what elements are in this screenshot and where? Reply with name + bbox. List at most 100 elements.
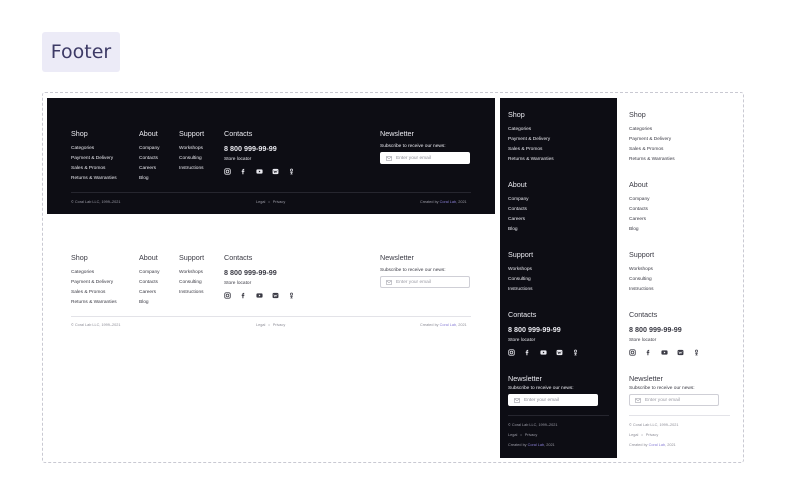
link-company[interactable]: Company <box>139 268 160 278</box>
link-returns-warranties[interactable]: Returns & Warranties <box>508 155 554 165</box>
youtube-icon[interactable] <box>661 349 668 356</box>
link-careers[interactable]: Careers <box>139 288 160 298</box>
link-company[interactable]: Company <box>629 195 650 205</box>
newsletter-title: Newsletter <box>629 374 663 383</box>
facebook-icon[interactable] <box>645 349 652 356</box>
link-blog[interactable]: Blog <box>629 225 650 235</box>
shop-title: Shop <box>508 110 525 119</box>
link-consulting[interactable]: Consulting <box>508 275 533 285</box>
phone-link[interactable]: 8 800 999-99-99 <box>508 325 579 334</box>
link-workshops[interactable]: Workshops <box>179 268 204 278</box>
link-instructions[interactable]: Instructions <box>508 285 533 295</box>
contacts-title: Contacts <box>224 253 253 262</box>
support-column: Support Workshops Consulting Instruction… <box>629 250 654 295</box>
link-company[interactable]: Company <box>508 195 529 205</box>
link-workshops[interactable]: Workshops <box>508 265 533 275</box>
privacy-link[interactable]: Privacy <box>646 433 658 437</box>
legal-links: Legal • Privacy <box>508 433 537 437</box>
link-careers[interactable]: Careers <box>629 215 650 225</box>
email-field[interactable]: Enter your email <box>380 152 470 164</box>
link-workshops[interactable]: Workshops <box>629 265 654 275</box>
creator-link[interactable]: Coral Lab <box>440 323 456 327</box>
link-workshops[interactable]: Workshops <box>179 144 204 154</box>
legal-link[interactable]: Legal <box>508 433 517 437</box>
link-consulting[interactable]: Consulting <box>179 278 204 288</box>
newsletter-column: Newsletter Subscribe to receive our news… <box>629 374 719 406</box>
link-returns-warranties[interactable]: Returns & Warranties <box>629 155 675 165</box>
email-field[interactable]: Enter your email <box>508 394 598 406</box>
link-company[interactable]: Company <box>139 144 160 154</box>
creator-link[interactable]: Coral Lab <box>440 200 456 204</box>
link-payment-delivery[interactable]: Payment & Delivery <box>71 154 117 164</box>
legal-link[interactable]: Legal <box>629 433 638 437</box>
instagram-icon[interactable] <box>508 349 515 356</box>
separator: • <box>268 323 270 327</box>
privacy-link[interactable]: Privacy <box>273 200 285 204</box>
instagram-icon[interactable] <box>224 168 231 175</box>
link-careers[interactable]: Careers <box>508 215 529 225</box>
credits-year: , 2021 <box>456 323 467 327</box>
link-categories[interactable]: Categories <box>71 268 117 278</box>
link-consulting[interactable]: Consulting <box>629 275 654 285</box>
link-contacts[interactable]: Contacts <box>139 278 160 288</box>
creator-link[interactable]: Coral Lab <box>528 443 544 447</box>
youtube-icon[interactable] <box>256 292 263 299</box>
link-consulting[interactable]: Consulting <box>179 154 204 164</box>
vk-icon[interactable] <box>677 349 684 356</box>
credits: Created by Coral Lab, 2021 <box>629 443 676 447</box>
link-sales-promos[interactable]: Sales & Promos <box>71 288 117 298</box>
legal-link[interactable]: Legal <box>256 200 265 204</box>
youtube-icon[interactable] <box>540 349 547 356</box>
link-returns-warranties[interactable]: Returns & Warranties <box>71 298 117 308</box>
email-field[interactable]: Enter your email <box>380 276 470 288</box>
vk-icon[interactable] <box>272 292 279 299</box>
link-contacts[interactable]: Contacts <box>139 154 160 164</box>
odnoklassniki-icon[interactable] <box>693 349 700 356</box>
link-categories[interactable]: Categories <box>71 144 117 154</box>
link-sales-promos[interactable]: Sales & Promos <box>71 164 117 174</box>
support-title: Support <box>629 250 655 259</box>
instagram-icon[interactable] <box>629 349 636 356</box>
link-careers[interactable]: Careers <box>139 164 160 174</box>
link-categories[interactable]: Categories <box>629 125 675 135</box>
link-contacts[interactable]: Contacts <box>629 205 650 215</box>
link-contacts[interactable]: Contacts <box>508 205 529 215</box>
legal-link[interactable]: Legal <box>256 323 265 327</box>
youtube-icon[interactable] <box>256 168 263 175</box>
link-payment-delivery[interactable]: Payment & Delivery <box>629 135 675 145</box>
vk-icon[interactable] <box>272 168 279 175</box>
odnoklassniki-icon[interactable] <box>572 349 579 356</box>
odnoklassniki-icon[interactable] <box>288 168 295 175</box>
email-field[interactable]: Enter your email <box>629 394 719 406</box>
vk-icon[interactable] <box>556 349 563 356</box>
link-sales-promos[interactable]: Sales & Promos <box>508 145 554 155</box>
link-instructions[interactable]: Instructions <box>629 285 654 295</box>
privacy-link[interactable]: Privacy <box>525 433 537 437</box>
link-categories[interactable]: Categories <box>508 125 554 135</box>
link-payment-delivery[interactable]: Payment & Delivery <box>508 135 554 145</box>
store-locator-link[interactable]: Store locator <box>224 157 295 162</box>
instagram-icon[interactable] <box>224 292 231 299</box>
facebook-icon[interactable] <box>524 349 531 356</box>
phone-link[interactable]: 8 800 999-99-99 <box>224 144 295 153</box>
link-instructions[interactable]: Instructions <box>179 164 204 174</box>
phone-link[interactable]: 8 800 999-99-99 <box>224 268 295 277</box>
link-sales-promos[interactable]: Sales & Promos <box>629 145 675 155</box>
phone-link[interactable]: 8 800 999-99-99 <box>629 325 700 334</box>
store-locator-link[interactable]: Store locator <box>508 338 579 343</box>
mail-icon <box>514 397 520 403</box>
store-locator-link[interactable]: Store locator <box>629 338 700 343</box>
link-blog[interactable]: Blog <box>139 298 160 308</box>
link-blog[interactable]: Blog <box>139 174 160 184</box>
email-placeholder: Enter your email <box>396 155 431 161</box>
facebook-icon[interactable] <box>240 168 247 175</box>
facebook-icon[interactable] <box>240 292 247 299</box>
link-instructions[interactable]: Instructions <box>179 288 204 298</box>
odnoklassniki-icon[interactable] <box>288 292 295 299</box>
privacy-link[interactable]: Privacy <box>273 323 285 327</box>
creator-link[interactable]: Coral Lab <box>649 443 665 447</box>
link-payment-delivery[interactable]: Payment & Delivery <box>71 278 117 288</box>
store-locator-link[interactable]: Store locator <box>224 281 295 286</box>
link-blog[interactable]: Blog <box>508 225 529 235</box>
link-returns-warranties[interactable]: Returns & Warranties <box>71 174 117 184</box>
